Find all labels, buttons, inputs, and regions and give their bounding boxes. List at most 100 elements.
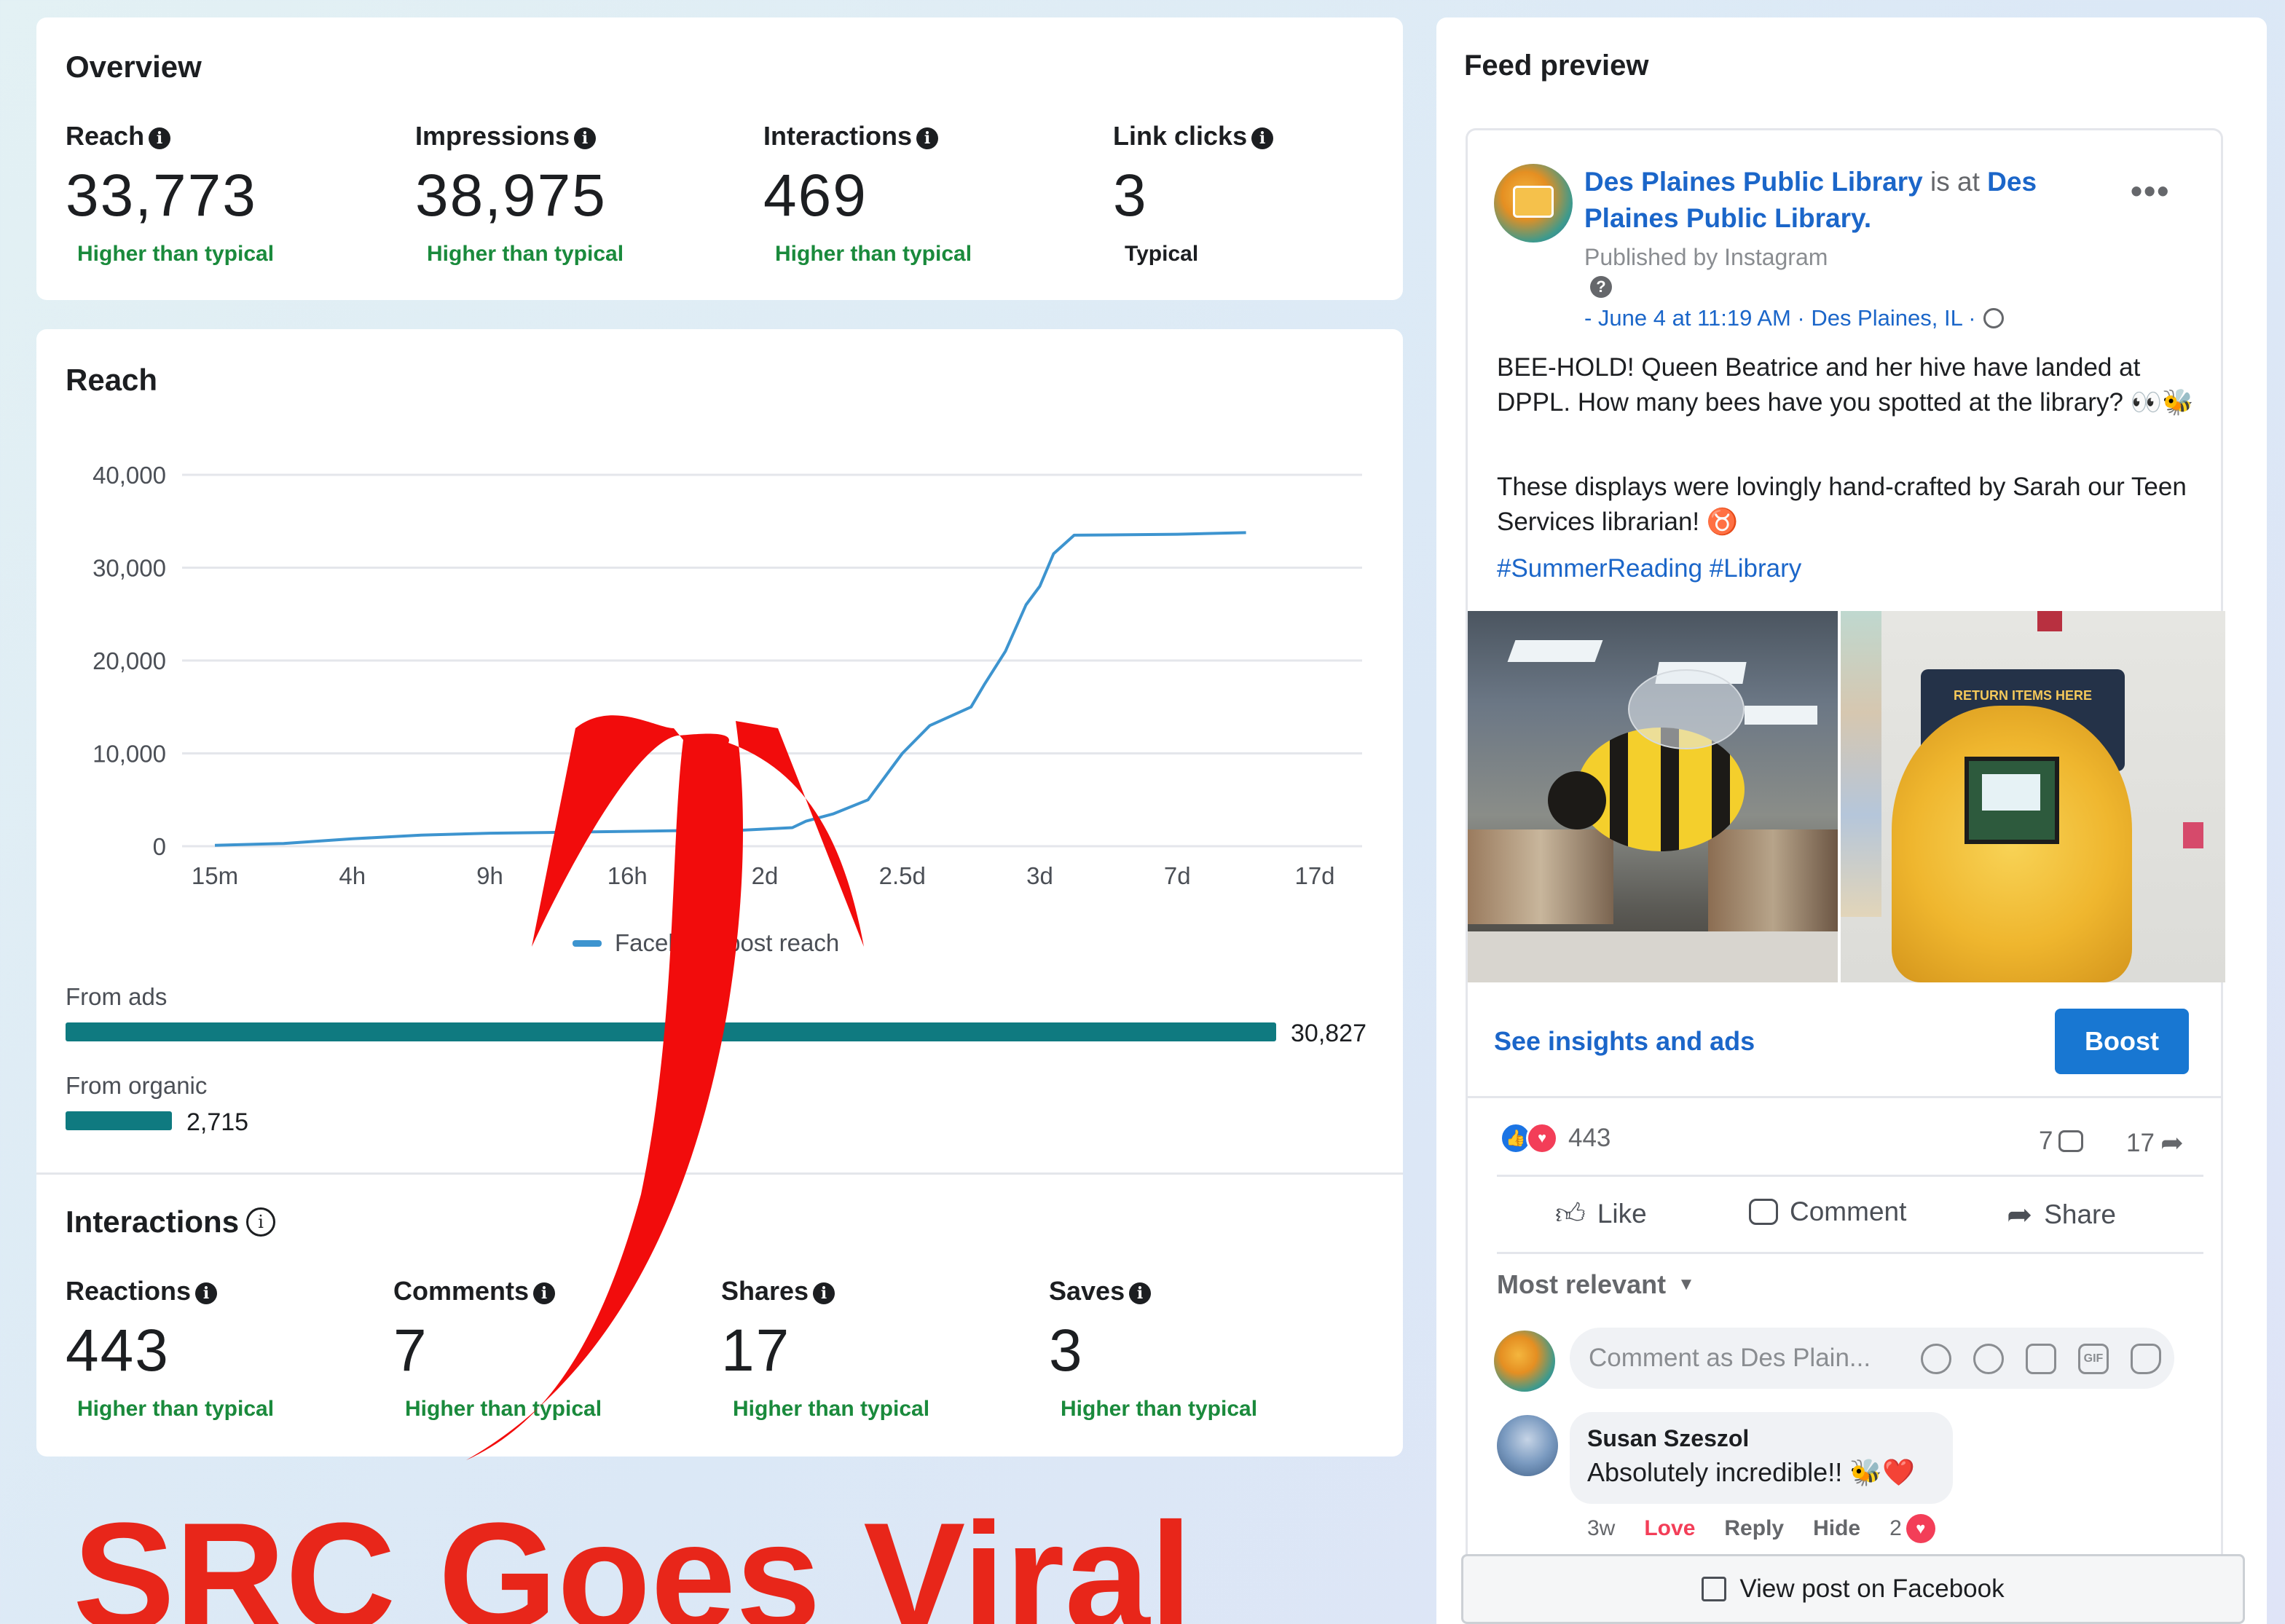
metric-label: Reach <box>66 121 145 151</box>
metric-interactions: Interactions i 469 Higher than typical <box>763 121 972 267</box>
boost-button[interactable]: Boost <box>2055 1009 2189 1074</box>
share-count-group[interactable]: 17 ➦ <box>2126 1127 2184 1159</box>
metric-value: 7 <box>393 1317 428 1384</box>
avatar-sticker-icon[interactable] <box>1921 1344 1951 1374</box>
from-organic-value: 2,715 <box>186 1108 249 1136</box>
info-icon[interactable]: i <box>149 127 171 149</box>
camera-icon[interactable] <box>2026 1344 2056 1374</box>
comment-hide-button[interactable]: Hide <box>1813 1516 1860 1541</box>
share-arrow-icon: ➦ <box>2160 1128 2184 1159</box>
metric-value: 33,773 <box>66 162 257 229</box>
love-reaction-icon: ♥ <box>1906 1514 1935 1543</box>
comment-text: Absolutely incredible!! 🐝❤️ <box>1587 1457 1915 1487</box>
comment-reactions[interactable]: 2 ♥ <box>1889 1514 1935 1543</box>
date-location-line: - June 4 at 11:19 AM · Des Plaines, IL · <box>1584 305 2004 331</box>
metric-shares: Shares i 17 Higher than typical <box>721 1276 929 1422</box>
hashtags[interactable]: #SummerReading #Library <box>1497 554 1801 583</box>
floor <box>1468 931 1838 982</box>
info-icon[interactable]: i <box>574 127 597 149</box>
comment-count-group[interactable]: 7 <box>2039 1127 2084 1156</box>
comment-button[interactable]: Comment <box>1749 1197 1906 1227</box>
comment-love-button[interactable]: Love <box>1644 1516 1695 1541</box>
like-button[interactable]: 👍︎ Like <box>1555 1197 1647 1231</box>
legend-swatch <box>573 939 602 947</box>
bee-wing <box>1628 669 1745 749</box>
commenter-name[interactable]: Susan Szeszol <box>1587 1425 1749 1452</box>
divider <box>1497 1175 2203 1177</box>
x-tick-label: 2.5d <box>879 862 926 889</box>
info-icon[interactable]: i <box>1251 127 1274 149</box>
metric-saves: Saves i 3 Higher than typical <box>1049 1276 1257 1422</box>
page-avatar[interactable] <box>1494 164 1573 243</box>
chart-legend: Facebook post reach <box>573 929 839 957</box>
globe-icon <box>1983 308 2004 328</box>
metric-status: Higher than typical <box>405 1397 602 1421</box>
interactions-title: Interactions i <box>66 1205 276 1239</box>
feed-preview-title: Feed preview <box>1464 50 1649 82</box>
info-icon[interactable]: i <box>813 1282 835 1304</box>
bee-head <box>1548 771 1606 829</box>
x-tick-label: 2d <box>752 862 779 889</box>
metric-label: Interactions <box>763 121 913 151</box>
legend-label: Facebook post reach <box>615 929 840 956</box>
reach-title: Reach <box>66 363 158 397</box>
y-tick-label: 20,000 <box>93 647 166 674</box>
from-organic-bar <box>66 1111 172 1130</box>
reach-card: Reach 0 10,000 20,000 30,000 40,000 15m 4h 9h 16… <box>36 329 1403 1457</box>
info-icon[interactable]: i <box>533 1282 556 1304</box>
gif-icon[interactable]: GIF <box>2078 1344 2109 1374</box>
emoji-icon[interactable] <box>1973 1344 2004 1374</box>
wall-sign <box>2037 611 2062 631</box>
series-line-reach <box>214 531 1246 847</box>
metric-status: Higher than typical <box>77 1397 275 1421</box>
y-tick-label: 30,000 <box>93 555 166 582</box>
metric-value: 469 <box>763 162 868 229</box>
x-tick-label: 3d <box>1026 862 1053 889</box>
sort-dropdown[interactable]: Most relevant ▼ <box>1497 1269 1695 1300</box>
metric-status: Typical <box>1125 242 1199 266</box>
reach-chart: 0 10,000 20,000 30,000 40,000 15m 4h 9h 16h 2d 2.5… <box>93 462 1362 889</box>
metric-label: Link clicks <box>1113 121 1248 151</box>
comment-time: 3w <box>1587 1516 1616 1540</box>
metric-comments: Comments i 7 Higher than typical <box>393 1276 602 1422</box>
page-name-link[interactable]: Des Plaines Public Library <box>1584 167 1923 197</box>
info-outline-icon[interactable]: i <box>246 1207 276 1237</box>
share-button[interactable]: ➦ Share <box>2007 1197 2116 1232</box>
post-header: Des Plaines Public Library is at Des Pla… <box>1584 164 2123 237</box>
y-tick-label: 10,000 <box>93 741 166 768</box>
comment-input[interactable]: Comment as Des Plain... GIF <box>1570 1328 2174 1389</box>
metric-value: 38,975 <box>415 162 607 229</box>
info-icon[interactable]: i <box>195 1282 218 1304</box>
more-options-icon[interactable]: ••• <box>2131 171 2170 210</box>
info-icon[interactable]: i <box>1129 1282 1152 1304</box>
help-icon[interactable]: ? <box>1590 276 1612 298</box>
commenter-avatar[interactable] <box>1494 1331 1555 1392</box>
post-image-right[interactable]: RETURN ITEMS HERE <box>1841 611 2225 982</box>
metric-impressions: Impressions i 38,975 Higher than typical <box>415 121 624 267</box>
info-icon[interactable]: i <box>916 127 939 149</box>
susan-avatar[interactable] <box>1497 1415 1558 1476</box>
sticker-icon[interactable] <box>2131 1344 2161 1374</box>
see-insights-link[interactable]: See insights and ads <box>1494 1026 1755 1057</box>
reaction-summary[interactable]: 👍 ♥ 443 <box>1500 1122 1610 1154</box>
thumbs-up-icon: 👍︎ <box>1555 1198 1586 1230</box>
external-link-icon <box>1702 1577 1727 1601</box>
post-image-left[interactable] <box>1468 611 1838 982</box>
date-line[interactable]: - June 4 at 11:19 AM · Des Plaines, IL · <box>1584 305 1976 331</box>
from-ads-value: 30,827 <box>1291 1020 1366 1047</box>
honeycomb-sculpture <box>1892 706 2132 982</box>
metric-status: Higher than typical <box>77 242 275 266</box>
chevron-down-icon: ▼ <box>1678 1274 1695 1294</box>
post-text-1: BEE-HOLD! Queen Beatrice and her hive ha… <box>1497 353 2194 417</box>
metric-label: Comments <box>393 1276 530 1306</box>
poster-strip <box>1841 611 1881 917</box>
x-tick-label: 7d <box>1164 862 1191 889</box>
comment-reply-button[interactable]: Reply <box>1724 1516 1784 1541</box>
post: Des Plaines Public Library is at Des Pla… <box>1466 128 2225 1585</box>
overview-card: Overview Reach i 33,773 Higher than typic… <box>36 17 1403 300</box>
x-tick-label: 16h <box>607 862 648 889</box>
metric-label: Saves <box>1049 1276 1125 1306</box>
view-post-button[interactable]: View post on Facebook <box>1461 1554 2245 1624</box>
x-tick-label: 4h <box>339 862 366 889</box>
comment-actions: 3w Love Reply Hide 2 ♥ <box>1587 1514 1935 1543</box>
